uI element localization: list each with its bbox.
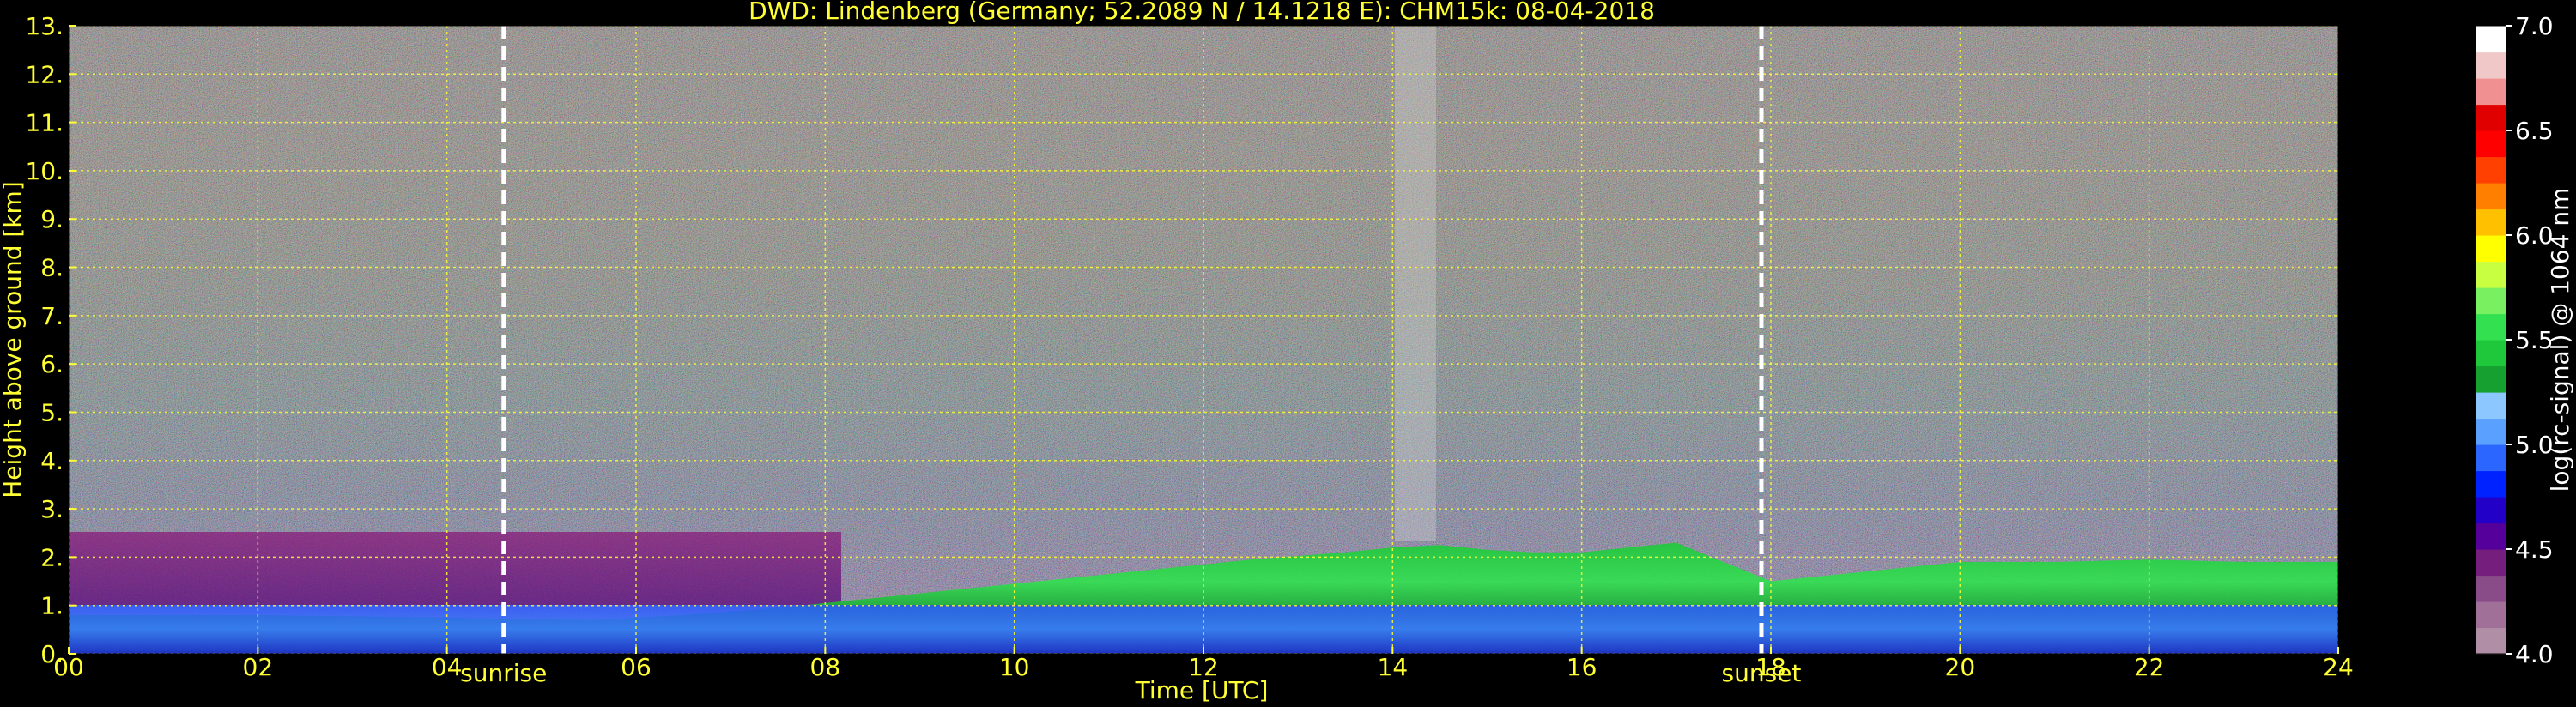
chart-title: DWD: Lindenberg (Germany; 52.2089 N / 14… xyxy=(749,0,1655,25)
y-tick-label: 4. xyxy=(40,447,64,475)
y-tick-label: 6. xyxy=(40,350,64,378)
x-tick-label: 20 xyxy=(1945,653,1976,681)
x-tick-label: 24 xyxy=(2323,653,2354,681)
colorbar-segment xyxy=(2476,235,2506,263)
annotation-labels: sunrise sunset xyxy=(460,659,1801,687)
y-tick-label: 11. xyxy=(25,109,64,137)
colorbar-tick-label: 7.0 xyxy=(2515,12,2554,40)
x-axis-label: Time [UTC] xyxy=(1135,676,1269,704)
y-tick-label: 7. xyxy=(40,302,64,330)
y-axis-ticks: 0. 1. 2. 3. 4. 5. 6. 7. 8. 9. 10. 11. 12. 13. xyxy=(25,12,76,668)
y-tick-label: 2. xyxy=(40,543,64,571)
colorbar-segment xyxy=(2476,470,2506,498)
colorbar-segment xyxy=(2476,444,2506,472)
x-tick-label: 10 xyxy=(999,653,1030,681)
colorbar-segment xyxy=(2476,392,2506,420)
colorbar-segment xyxy=(2476,549,2506,577)
colorbar-label: log(rc-signal) @ 1064 nm xyxy=(2546,188,2574,492)
colorbar-segment xyxy=(2476,366,2506,393)
y-tick-label: 5. xyxy=(40,398,64,426)
colorbar-segment xyxy=(2476,523,2506,550)
precipitation-column xyxy=(1395,26,1436,541)
y-tick-label: 8. xyxy=(40,254,64,282)
colorbar-segment xyxy=(2476,497,2506,524)
x-tick-label: 08 xyxy=(810,653,841,681)
colorbar-tick-label: 4.5 xyxy=(2515,535,2554,564)
y-tick-label: 13. xyxy=(25,12,64,40)
colorbar-segment xyxy=(2476,78,2506,106)
residual-layer-band xyxy=(69,532,841,605)
annotation-label-sunset: sunset xyxy=(1722,659,1802,687)
colorbar-segment xyxy=(2476,418,2506,445)
colorbar xyxy=(2475,25,2507,655)
plot-area xyxy=(69,26,2338,654)
y-tick-label: 0. xyxy=(40,640,64,668)
x-tick-label: 06 xyxy=(621,653,652,681)
colorbar-segment xyxy=(2476,601,2506,629)
colorbar-segment xyxy=(2476,104,2506,131)
colorbar-tick-label: 6.5 xyxy=(2515,117,2554,145)
colorbar-segment xyxy=(2476,575,2506,602)
x-tick-label: 04 xyxy=(432,653,463,681)
colorbar-segment xyxy=(2476,130,2506,158)
colorbar-segment xyxy=(2476,340,2506,367)
colorbar-segment xyxy=(2476,156,2506,184)
colorbar-tick-label: 4.0 xyxy=(2515,640,2554,668)
x-tick-label: 14 xyxy=(1378,653,1409,681)
y-tick-label: 1. xyxy=(40,592,64,620)
x-tick-label: 02 xyxy=(243,653,274,681)
colorbar-segment xyxy=(2476,51,2506,79)
colorbar-segment xyxy=(2476,313,2506,341)
y-tick-label: 3. xyxy=(40,495,64,523)
colorbar-segment xyxy=(2476,208,2506,236)
annotation-label-sunrise: sunrise xyxy=(460,659,547,687)
y-tick-label: 10. xyxy=(25,157,64,185)
y-axis-label: Height above ground [km] xyxy=(0,181,27,499)
x-tick-label: 16 xyxy=(1567,653,1597,681)
y-tick-label: 12. xyxy=(25,60,64,88)
colorbar-segment xyxy=(2476,183,2506,210)
colorbar-segment xyxy=(2476,287,2506,315)
y-tick-label: 9. xyxy=(40,205,64,233)
ceilometer-figure: DWD: Lindenberg (Germany; 52.2089 N / 14… xyxy=(0,0,2574,704)
colorbar-segment xyxy=(2476,627,2506,655)
x-tick-label: 22 xyxy=(2134,653,2165,681)
colorbar-segment xyxy=(2476,261,2506,288)
colorbar-segment xyxy=(2476,26,2506,53)
